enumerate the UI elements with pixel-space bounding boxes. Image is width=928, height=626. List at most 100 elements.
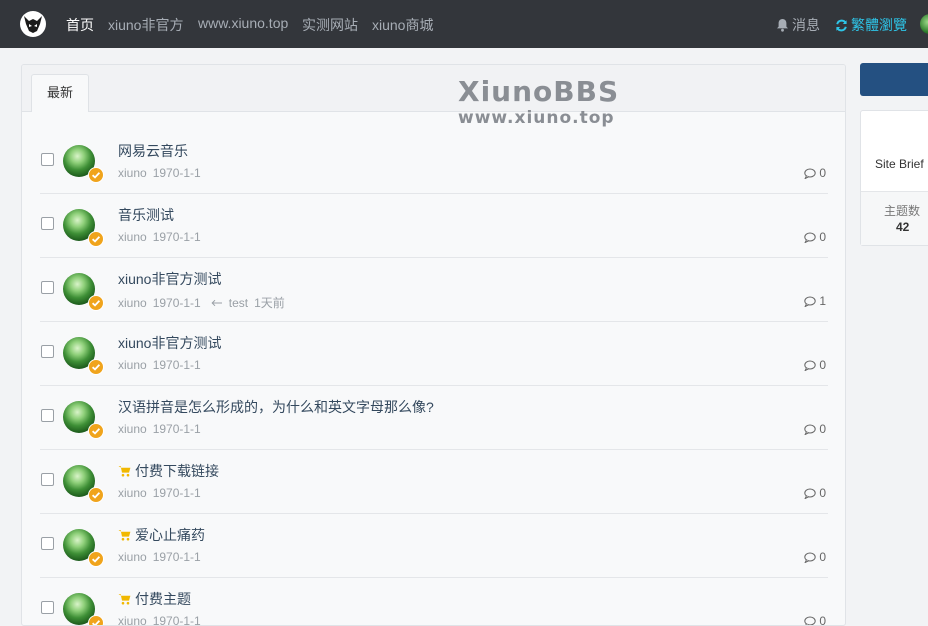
thread-title[interactable]: 音乐测试: [118, 205, 174, 225]
thread-author[interactable]: xiuno: [118, 422, 147, 436]
stat-label-threads: 主题数: [884, 204, 921, 218]
thread-row[interactable]: 爱心止痛药 xiuno 1970-1-1 0: [40, 513, 828, 578]
thread-date: 1970-1-1: [152, 422, 201, 436]
comment-icon: [804, 232, 817, 244]
verified-badge-icon: [88, 551, 104, 567]
thread-author[interactable]: xiuno: [118, 296, 147, 310]
thread-date: 1970-1-1: [152, 296, 201, 310]
verified-badge-icon: [88, 295, 104, 311]
card-header: 最新: [22, 65, 845, 112]
verified-badge-icon: [88, 615, 104, 625]
thread-author[interactable]: xiuno: [118, 230, 147, 244]
nav-test-sites[interactable]: 实测网站: [302, 15, 358, 35]
reply-count: 0: [804, 550, 826, 564]
xiunobbs-watermark: XiunoBBS www.xiuno.top: [458, 75, 620, 129]
thread-row[interactable]: xiuno非官方测试 xiuno 1970-1-1 0: [40, 321, 828, 386]
thread-title[interactable]: 网易云音乐: [118, 141, 188, 161]
thread-checkbox[interactable]: [41, 153, 54, 166]
thread-checkbox[interactable]: [41, 217, 54, 230]
thread-author[interactable]: xiuno: [118, 166, 147, 180]
thread-row[interactable]: 付费下载链接 xiuno 1970-1-1 0: [40, 449, 828, 514]
thread-checkbox[interactable]: [41, 409, 54, 422]
thread-meta: xiuno 1970-1-1: [118, 230, 207, 244]
thread-row[interactable]: xiuno非官方测试 xiuno 1970-1-1 test 1天前 1: [40, 257, 828, 322]
user-avatar[interactable]: [920, 14, 928, 34]
tab-latest[interactable]: 最新: [31, 74, 89, 112]
arrow-left-icon: [211, 299, 222, 307]
thread-date: 1970-1-1: [152, 614, 201, 626]
thread-title[interactable]: xiuno非官方测试: [118, 269, 221, 289]
bell-icon: [777, 19, 788, 32]
thread-row[interactable]: 汉语拼音是怎么形成的，为什么和英文字母那么像? xiuno 1970-1-1 0: [40, 385, 828, 450]
messages-label: 消息: [792, 17, 820, 33]
thread-meta: xiuno 1970-1-1: [118, 422, 207, 436]
thread-checkbox[interactable]: [41, 537, 54, 550]
nav-xiuno-top[interactable]: www.xiuno.top: [198, 15, 288, 31]
verified-badge-icon: [88, 167, 104, 183]
shopping-cart-icon: [118, 594, 131, 605]
top-navbar: 首页 xiuno非官方 www.xiuno.top 实测网站 xiuno商城 消…: [0, 0, 928, 48]
thread-meta: xiuno 1970-1-1 test 1天前: [118, 294, 291, 311]
shopping-cart-icon: [118, 466, 131, 477]
reply-count: 0: [804, 230, 826, 244]
thread-meta: xiuno 1970-1-1: [118, 550, 207, 564]
thread-date: 1970-1-1: [152, 166, 201, 180]
comment-icon: [804, 168, 817, 180]
traditional-chinese-toggle[interactable]: 繁體瀏覽: [835, 15, 907, 35]
reply-count: 0: [804, 614, 826, 625]
thread-checkbox[interactable]: [41, 473, 54, 486]
nav-home[interactable]: 首页: [66, 15, 94, 35]
last-reply-time: 1天前: [254, 296, 285, 310]
thread-author[interactable]: xiuno: [118, 550, 147, 564]
verified-badge-icon: [88, 359, 104, 375]
stat-value-threads: 42: [896, 220, 910, 234]
messages-link[interactable]: 消息: [776, 15, 820, 35]
site-brief: Site Brief: [875, 157, 924, 171]
watermark-title: XiunoBBS: [458, 75, 620, 108]
thread-title[interactable]: 爱心止痛药: [118, 525, 205, 545]
thread-title[interactable]: 汉语拼音是怎么形成的，为什么和英文字母那么像?: [118, 397, 434, 417]
thread-author[interactable]: xiuno: [118, 614, 147, 625]
reply-count: 1: [804, 294, 826, 308]
comment-icon: [804, 424, 817, 436]
site-logo-icon[interactable]: [20, 11, 46, 37]
reply-count: 0: [804, 166, 826, 180]
thread-row[interactable]: 网易云音乐 xiuno 1970-1-1 0: [40, 129, 828, 194]
refresh-icon: [836, 19, 847, 32]
comment-icon: [804, 552, 817, 564]
thread-row[interactable]: 音乐测试 xiuno 1970-1-1 0: [40, 193, 828, 258]
reply-count: 0: [804, 358, 826, 372]
thread-checkbox[interactable]: [41, 345, 54, 358]
reply-count: 0: [804, 486, 826, 500]
reply-count: 0: [804, 422, 826, 436]
nav-xiuno-unofficial[interactable]: xiuno非官方: [108, 15, 183, 35]
thread-checkbox[interactable]: [41, 601, 54, 614]
thread-date: 1970-1-1: [152, 486, 201, 500]
comment-icon: [804, 296, 817, 308]
comment-icon: [804, 616, 817, 625]
comment-icon: [804, 488, 817, 500]
shopping-cart-icon: [118, 530, 131, 541]
comment-icon: [804, 360, 817, 372]
thread-title[interactable]: 付费下载链接: [118, 461, 219, 481]
thread-author[interactable]: xiuno: [118, 486, 147, 500]
verified-badge-icon: [88, 487, 104, 503]
thread-meta: xiuno 1970-1-1: [118, 614, 207, 626]
thread-checkbox[interactable]: [41, 281, 54, 294]
traditional-label: 繁體瀏覽: [851, 17, 907, 33]
watermark-url: www.xiuno.top: [458, 108, 615, 128]
thread-list-card: 最新 网易云音乐 xiuno 1970-1-1 0 音乐测试 xiuno 1970-…: [21, 64, 846, 626]
site-info-card: Site Brief 主题数 42: [860, 110, 928, 246]
site-stats: 主题数 42: [861, 192, 928, 245]
nav-xiuno-shop[interactable]: xiuno商城: [372, 15, 433, 35]
sidebar-action-button[interactable]: [860, 63, 928, 96]
thread-date: 1970-1-1: [152, 358, 201, 372]
thread-meta: xiuno 1970-1-1: [118, 358, 207, 372]
thread-author[interactable]: xiuno: [118, 358, 147, 372]
thread-meta: xiuno 1970-1-1: [118, 166, 207, 180]
thread-title[interactable]: xiuno非官方测试: [118, 333, 221, 353]
thread-meta: xiuno 1970-1-1: [118, 486, 207, 500]
last-reply-user[interactable]: test: [229, 296, 248, 310]
thread-title[interactable]: 付费主题: [118, 589, 191, 609]
verified-badge-icon: [88, 423, 104, 439]
